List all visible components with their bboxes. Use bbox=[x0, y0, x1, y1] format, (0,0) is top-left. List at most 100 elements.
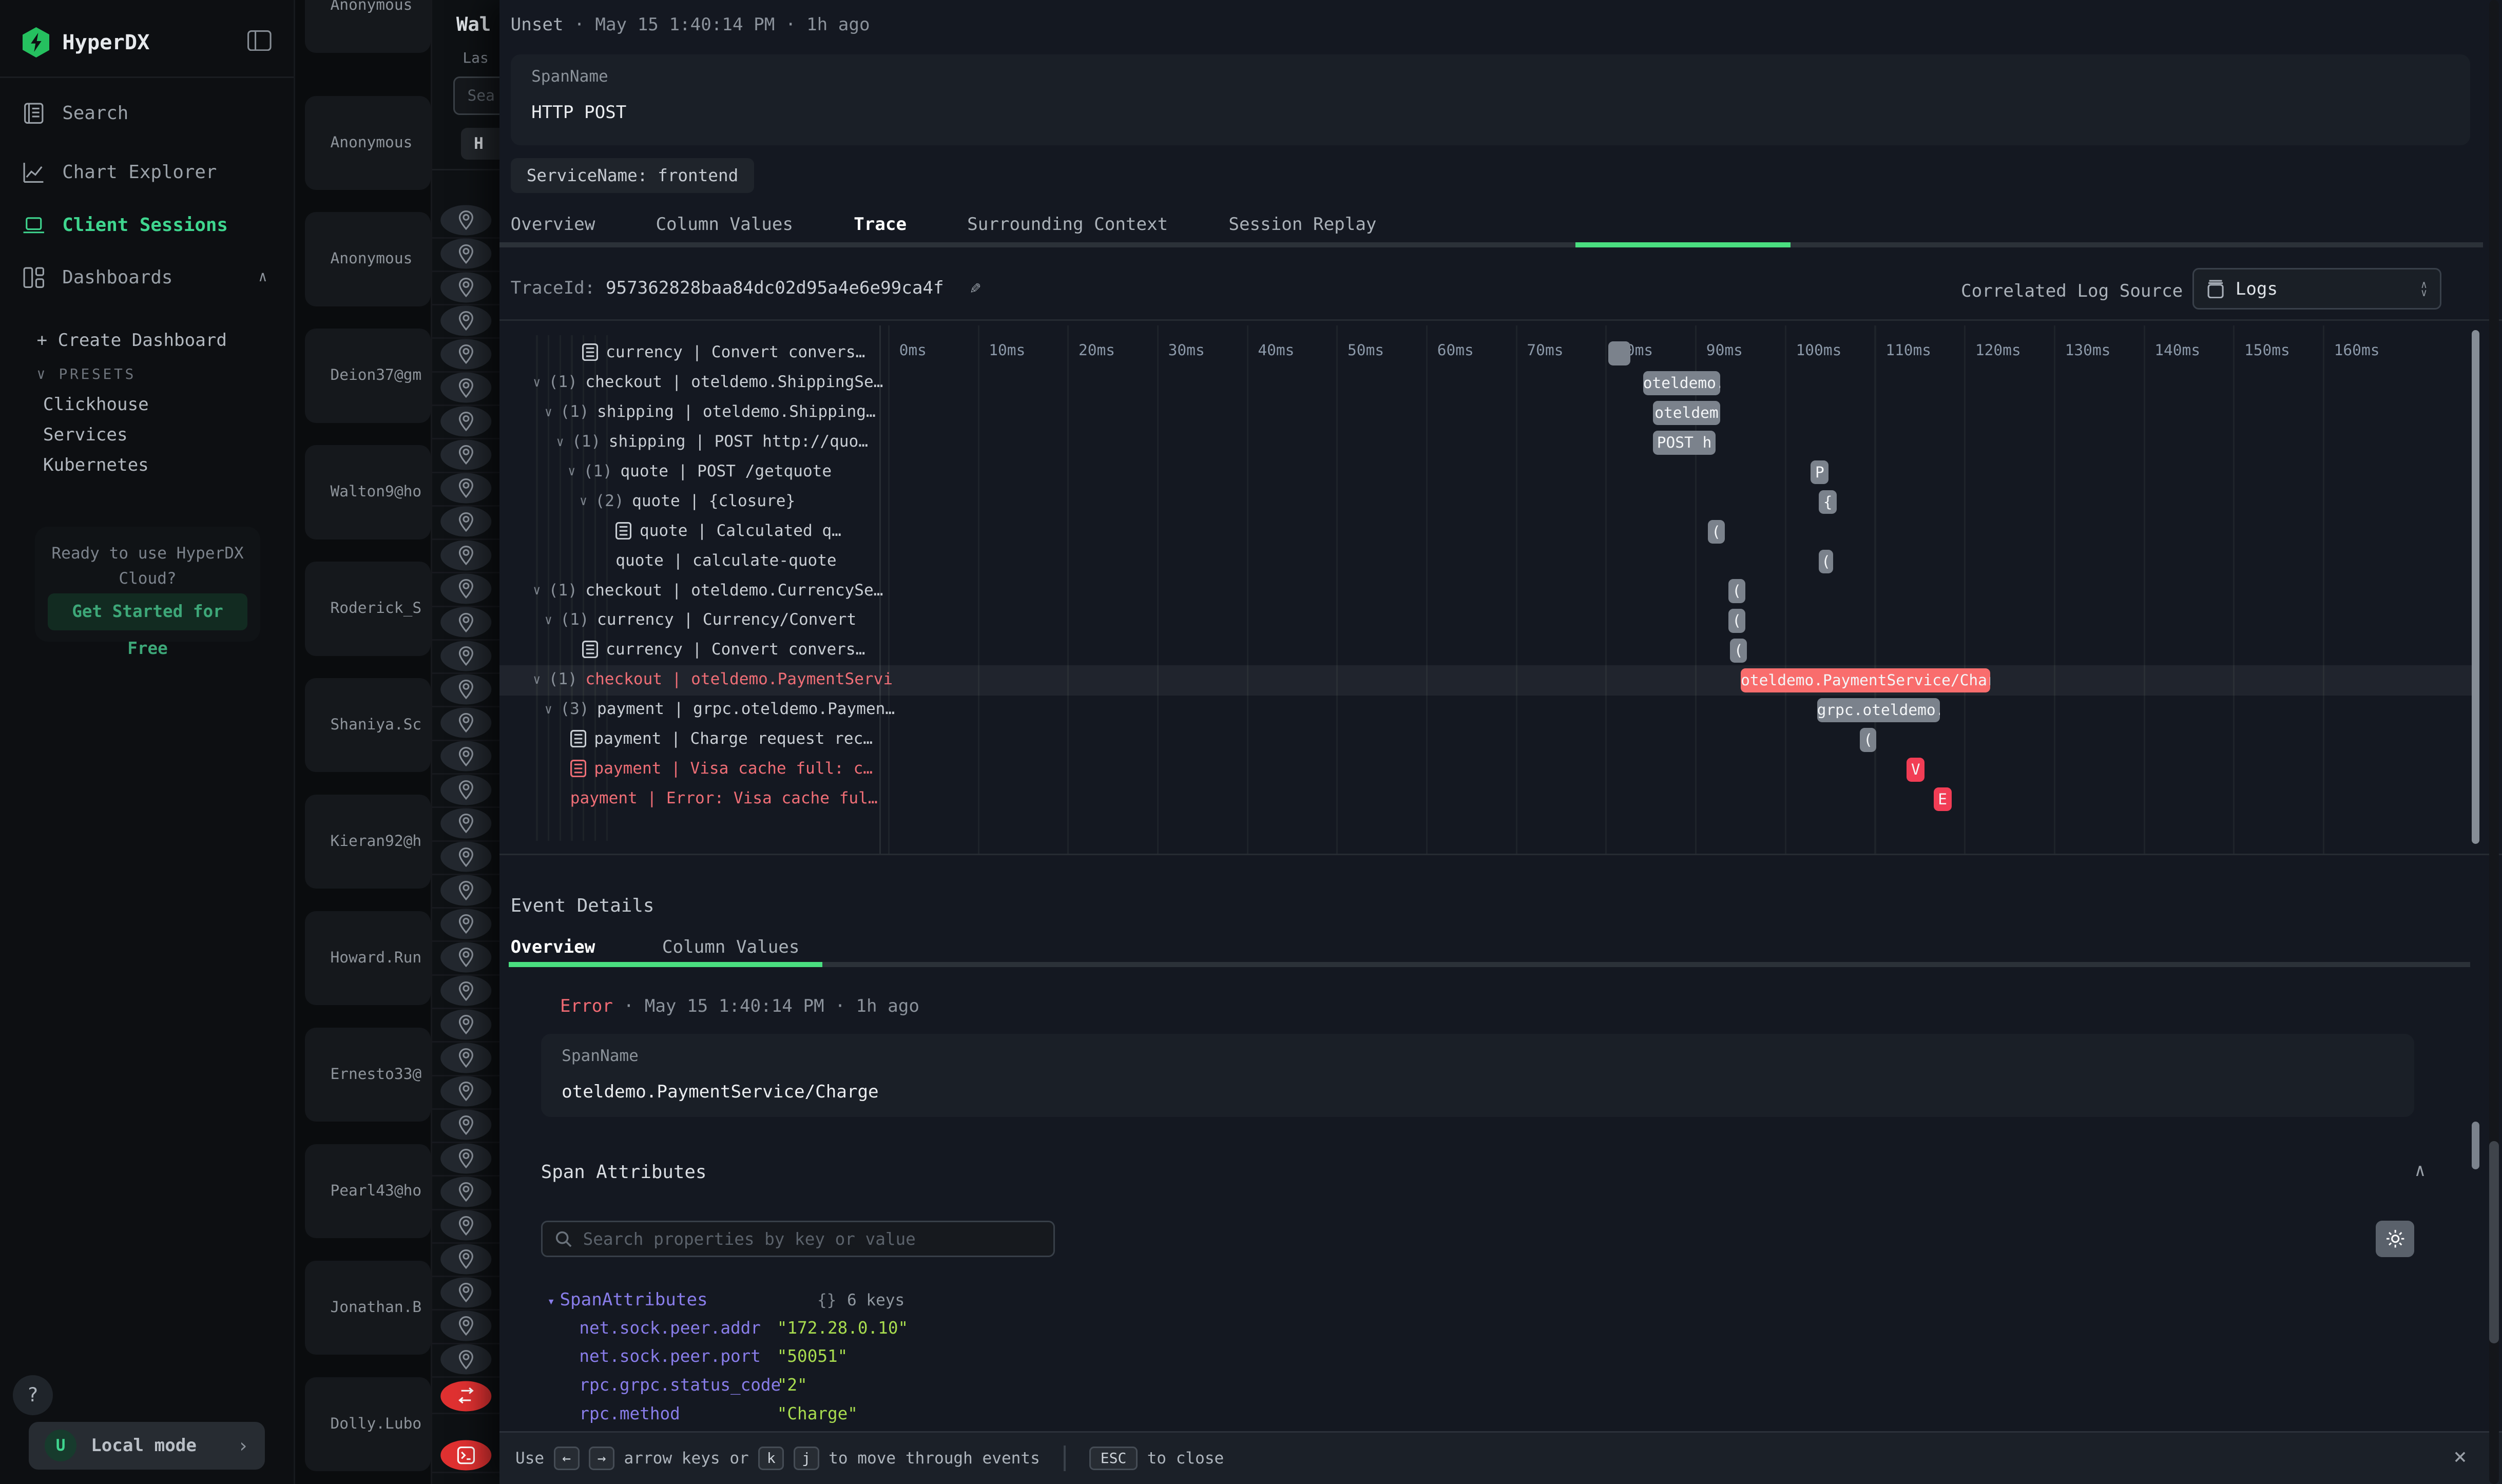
log-source-select[interactable]: Logs ∧∨ bbox=[2192, 268, 2441, 310]
location-pin-icon[interactable] bbox=[440, 708, 491, 738]
location-pin-icon[interactable] bbox=[440, 272, 491, 302]
attributes-search[interactable] bbox=[541, 1221, 1055, 1257]
session-card[interactable]: Dolly.Lubo bbox=[305, 1377, 431, 1471]
edit-pencil-icon[interactable]: ✎ bbox=[970, 278, 981, 298]
swap-horizontal-icon[interactable] bbox=[440, 1381, 491, 1411]
span-bar[interactable]: V bbox=[1907, 758, 1924, 782]
close-icon[interactable]: × bbox=[2453, 1444, 2467, 1470]
location-pin-icon[interactable] bbox=[440, 1076, 491, 1107]
span-bar[interactable]: ( bbox=[1728, 579, 1745, 603]
settings-button[interactable] bbox=[2376, 1221, 2414, 1257]
location-pin-icon[interactable] bbox=[440, 607, 491, 638]
location-pin-icon[interactable] bbox=[440, 1244, 491, 1274]
sidebar-item-search[interactable]: Search bbox=[23, 102, 129, 125]
chevron-down-icon[interactable]: ∨ bbox=[533, 672, 541, 687]
service-name-chip[interactable]: ServiceName: frontend bbox=[511, 158, 755, 193]
trace-row[interactable]: ∨(1)shipping | oteldemo.Shipping…oteldem bbox=[499, 398, 2478, 428]
location-pin-icon[interactable] bbox=[440, 205, 491, 235]
span-bar[interactable]: { bbox=[1819, 490, 1837, 514]
location-pin-icon[interactable] bbox=[440, 573, 491, 604]
trace-row[interactable]: payment | Error: Visa cache ful…E bbox=[499, 784, 2478, 815]
span-bar[interactable]: ( bbox=[1728, 609, 1745, 633]
location-pin-icon[interactable] bbox=[440, 1110, 491, 1140]
tab-surrounding-context[interactable]: Surrounding Context bbox=[967, 214, 1168, 243]
trace-row[interactable]: ∨(1)checkout | oteldemo.CurrencySe…( bbox=[499, 576, 2478, 606]
location-pin-icon[interactable] bbox=[440, 942, 491, 973]
trace-row[interactable]: ∨(3)payment | grpc.oteldemo.Paymen…grpc.… bbox=[499, 695, 2478, 725]
tab-trace[interactable]: Trace bbox=[854, 214, 907, 243]
location-pin-icon[interactable] bbox=[440, 1177, 491, 1207]
location-pin-icon[interactable] bbox=[440, 741, 491, 772]
attribute-row[interactable]: rpc.grpc.status_code"2" bbox=[579, 1375, 807, 1395]
strip-search-input[interactable]: Sea bbox=[453, 76, 499, 115]
trace-row[interactable]: ∨(1)currency | Currency/Convert( bbox=[499, 606, 2478, 636]
location-pin-icon[interactable] bbox=[440, 909, 491, 939]
trace-row[interactable]: ∨(1)shipping | POST http://quo…POST h bbox=[499, 428, 2478, 458]
location-pin-icon[interactable] bbox=[440, 976, 491, 1006]
presets-header[interactable]: ∨ PRESETS bbox=[36, 365, 136, 382]
panel-scrollbar-thumb[interactable] bbox=[2489, 1141, 2499, 1344]
session-card[interactable]: Jonathan.B bbox=[305, 1261, 431, 1355]
session-card[interactable]: Anonymous bbox=[305, 0, 431, 53]
span-bar[interactable]: ( bbox=[1860, 728, 1876, 752]
location-pin-icon[interactable] bbox=[440, 875, 491, 905]
location-pin-icon[interactable] bbox=[440, 1277, 491, 1307]
location-pin-icon[interactable] bbox=[440, 842, 491, 872]
span-bar[interactable]: POST h bbox=[1653, 431, 1716, 455]
chevron-down-icon[interactable]: ∨ bbox=[533, 375, 541, 390]
chevron-down-icon[interactable]: ∨ bbox=[580, 493, 587, 508]
span-bar[interactable]: oteldemo. bbox=[1643, 371, 1720, 395]
trace-row[interactable]: ∨(1)checkout | oteldemo.PaymentServi…ote… bbox=[499, 665, 2478, 696]
location-pin-icon[interactable] bbox=[440, 373, 491, 403]
trace-row[interactable]: currency | Convert convers…( bbox=[499, 635, 2478, 666]
span-bar[interactable]: ( bbox=[1730, 639, 1747, 663]
sidebar-item-dashboards[interactable]: Dashboards∧ bbox=[23, 266, 173, 289]
location-pin-icon[interactable] bbox=[440, 1311, 491, 1341]
sidebar-item-client-sessions[interactable]: Client Sessions bbox=[23, 214, 228, 237]
tab-overview[interactable]: Overview bbox=[511, 214, 595, 243]
collapse-chevron-icon[interactable]: ∧ bbox=[2415, 1160, 2426, 1181]
span-bar[interactable]: grpc.oteldemo. bbox=[1817, 698, 1940, 722]
attributes-root-node[interactable]: ▾SpanAttributes {} 6 keys bbox=[547, 1289, 904, 1310]
location-pin-icon[interactable] bbox=[440, 808, 491, 838]
trace-row[interactable]: ∨(2)quote | {closure}{ bbox=[499, 487, 2478, 517]
location-pin-icon[interactable] bbox=[440, 1210, 491, 1241]
trace-row[interactable]: quote | calculate-quote( bbox=[499, 546, 2478, 576]
session-card[interactable]: Anonymous bbox=[305, 96, 431, 190]
tab-overview[interactable]: Overview bbox=[511, 937, 595, 957]
session-card[interactable]: Howard.Run bbox=[305, 911, 431, 1005]
session-card[interactable]: Anonymous bbox=[305, 212, 431, 306]
chevron-down-icon[interactable]: ∨ bbox=[568, 464, 575, 478]
span-bar[interactable]: P bbox=[1811, 460, 1829, 485]
location-pin-icon[interactable] bbox=[440, 674, 491, 704]
trace-row[interactable]: payment | Charge request rec…( bbox=[499, 725, 2478, 755]
location-pin-icon[interactable] bbox=[440, 406, 491, 436]
session-card[interactable]: Deion37@gm bbox=[305, 329, 431, 422]
tab-column-values[interactable]: Column Values bbox=[656, 214, 793, 243]
location-pin-icon[interactable] bbox=[440, 305, 491, 336]
location-pin-icon[interactable] bbox=[440, 239, 491, 269]
attribute-row[interactable]: net.sock.peer.port"50051" bbox=[579, 1346, 848, 1366]
preset-clickhouse[interactable]: Clickhouse bbox=[43, 394, 149, 415]
trace-row[interactable]: ∨(1)quote | POST /getquoteP bbox=[499, 457, 2478, 488]
help-button[interactable]: ? bbox=[13, 1375, 53, 1415]
trace-scrollbar[interactable] bbox=[2472, 330, 2480, 844]
location-pin-icon[interactable] bbox=[440, 1009, 491, 1039]
session-card[interactable]: Shaniya.Sc bbox=[305, 678, 431, 772]
preset-services[interactable]: Services bbox=[43, 425, 128, 445]
chevron-down-icon[interactable]: ∨ bbox=[545, 612, 552, 627]
sidebar-item-chart-explorer[interactable]: Chart Explorer bbox=[23, 161, 217, 184]
trace-row[interactable]: currency | Convert convers… bbox=[499, 338, 2478, 369]
tab-column-values[interactable]: Column Values bbox=[662, 937, 800, 957]
location-pin-icon[interactable] bbox=[440, 439, 491, 470]
strip-filter-chip[interactable]: H bbox=[461, 128, 499, 160]
location-pin-icon[interactable] bbox=[440, 641, 491, 671]
session-card[interactable]: Walton9@ho bbox=[305, 445, 431, 539]
session-card[interactable]: Kieran92@h bbox=[305, 795, 431, 889]
sidebar-collapse-icon[interactable] bbox=[247, 30, 272, 51]
attributes-scrollbar[interactable] bbox=[2472, 1122, 2480, 1169]
trace-row[interactable]: payment | Visa cache full: c…V bbox=[499, 755, 2478, 785]
trace-row[interactable]: ∨(1)checkout | oteldemo.ShippingSe…oteld… bbox=[499, 368, 2478, 398]
get-started-button[interactable]: Get Started for Free bbox=[48, 593, 247, 630]
span-bar[interactable]: oteldem bbox=[1653, 401, 1720, 425]
